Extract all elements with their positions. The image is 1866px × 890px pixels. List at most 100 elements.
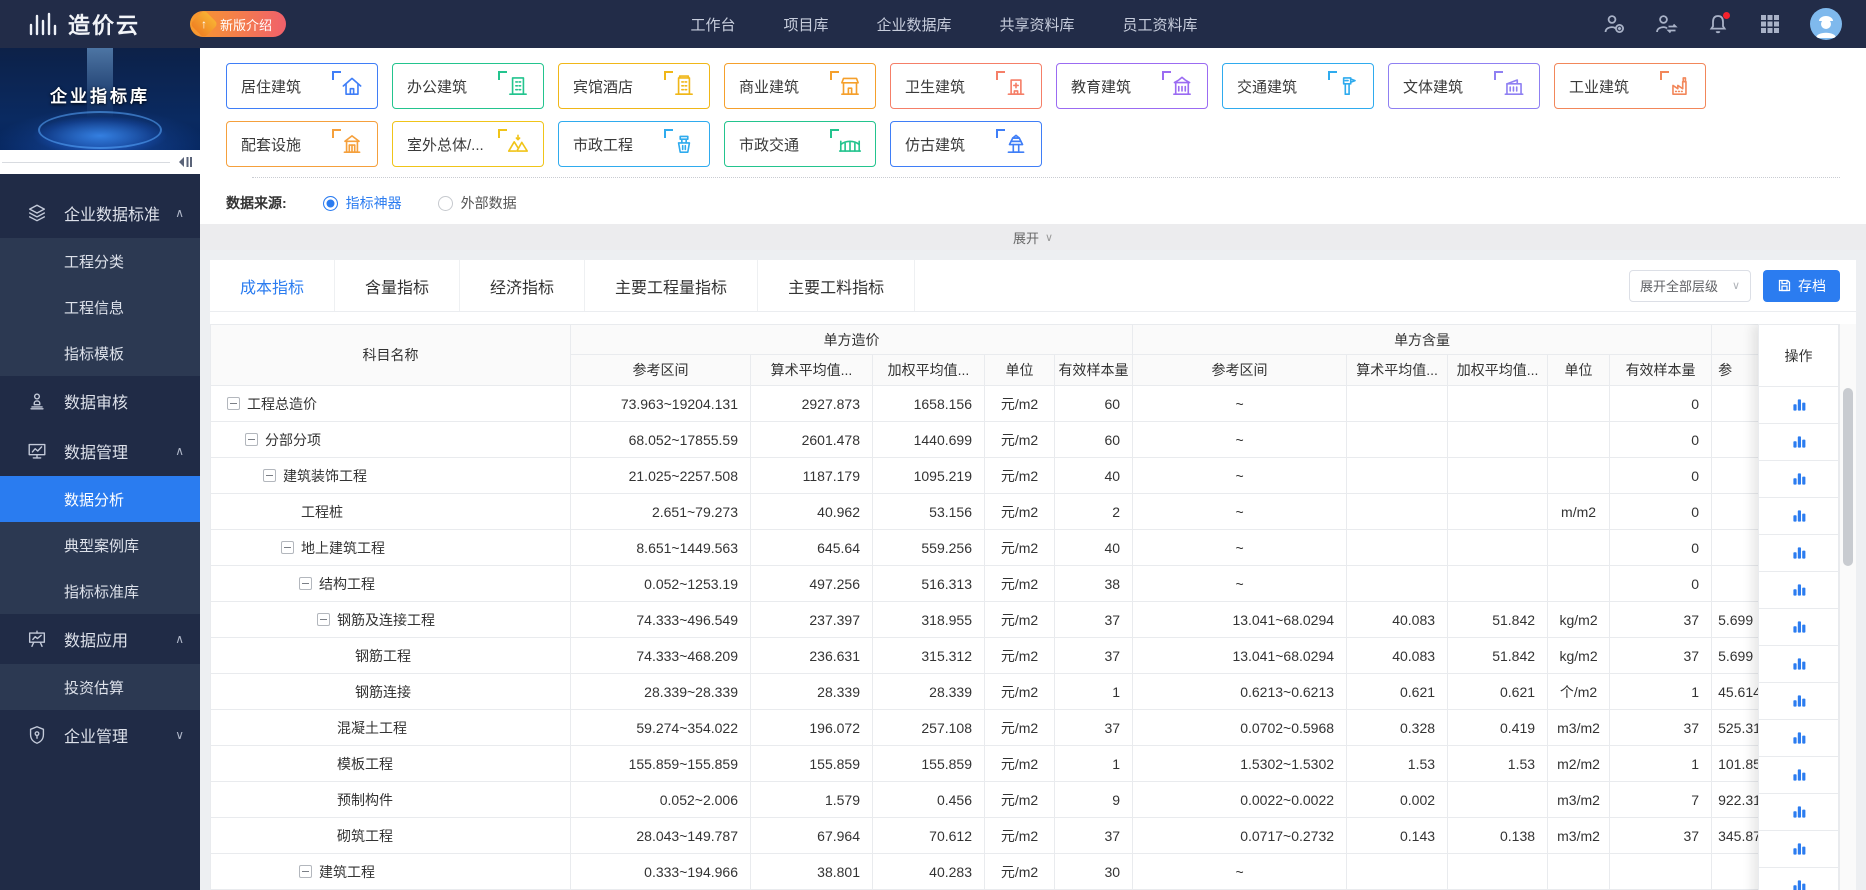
category-button-4[interactable]: 商业建筑 [724, 63, 876, 109]
value-cell: 155.859~155.859 [570, 745, 751, 782]
nav-item-5[interactable]: 员工资料库 [1123, 14, 1198, 35]
tab-4[interactable]: 主要工程量指标 [585, 260, 759, 311]
chart-action-button[interactable] [1758, 646, 1839, 683]
collapse-row-icon[interactable] [317, 613, 330, 626]
sidebar-subitem-工程分类[interactable]: 工程分类 [0, 238, 200, 284]
category-button-3[interactable]: 宾馆酒店 [558, 63, 710, 109]
value-cell [1447, 529, 1549, 566]
sub-header-2-2: 算术平均值... [1346, 354, 1449, 386]
table-header: 科目名称 单方造价 单方含量 参考区间 算术平均值... 加权平均值... 单位 有效样… [210, 324, 1759, 386]
apps-grid-icon[interactable] [1758, 12, 1782, 36]
chart-action-button[interactable] [1758, 424, 1839, 461]
clipped-value-cell: 922.315 [1711, 781, 1759, 818]
category-button-6[interactable]: 教育建筑 [1056, 63, 1208, 109]
chart-action-button[interactable] [1758, 831, 1839, 868]
radio-icon [437, 195, 453, 211]
new-version-badge[interactable]: ↑ 新版介绍 [189, 9, 287, 39]
switch-user-icon[interactable] [1654, 12, 1678, 36]
value-cell [1346, 421, 1449, 458]
chart-action-button[interactable] [1758, 683, 1839, 720]
sidebar-item-1[interactable]: 企业数据标准 ∧ [0, 188, 200, 238]
notifications-bell-icon[interactable] [1706, 12, 1730, 36]
value-cell: 0 [1609, 385, 1713, 422]
collapse-row-icon[interactable] [299, 865, 312, 878]
tab-1[interactable]: 成本指标 [210, 260, 336, 311]
value-cell: 0.0717~0.2732 [1132, 817, 1348, 854]
collapse-row-icon[interactable] [263, 469, 276, 482]
category-button-9[interactable]: 工业建筑 [1554, 63, 1706, 109]
add-user-icon[interactable] [1602, 12, 1626, 36]
category-button-2[interactable]: 办公建筑 [392, 63, 544, 109]
nav-item-2[interactable]: 项目库 [783, 14, 828, 35]
tab-3[interactable]: 经济指标 [460, 260, 586, 311]
sidebar-item-5[interactable]: 企业管理 ∨ [0, 710, 200, 760]
sidebar-subitem-指标模板[interactable]: 指标模板 [0, 330, 200, 376]
source-radio-2[interactable]: 外部数据 [437, 193, 517, 213]
bar-chart-icon [1791, 841, 1807, 857]
chart-action-button[interactable] [1758, 572, 1839, 609]
bar-chart-icon [1791, 730, 1807, 746]
sidebar-subitem-投资估算[interactable]: 投资估算 [0, 664, 200, 710]
bar-chart-icon [1791, 619, 1807, 635]
category-button-12[interactable]: 市政工程 [558, 121, 710, 167]
expand-level-select[interactable]: 展开全部层级 ∨ [1629, 269, 1751, 302]
category-button-5[interactable]: 卫生建筑 [890, 63, 1042, 109]
sidebar-subitem-指标标准库[interactable]: 指标标准库 [0, 568, 200, 614]
chart-action-button[interactable] [1758, 794, 1839, 831]
category-button-14[interactable]: 仿古建筑 [890, 121, 1042, 167]
tab-2[interactable]: 含量指标 [335, 260, 461, 311]
subject-name-cell: 地上建筑工程 [210, 529, 571, 566]
category-button-10[interactable]: 配套设施 [226, 121, 378, 167]
nav-item-3[interactable]: 企业数据库 [877, 14, 952, 35]
value-cell: 38 [1053, 565, 1134, 602]
value-cell [1346, 529, 1449, 566]
tab-bar: 成本指标 含量指标 经济指标 主要工程量指标 主要工料指标 展开全部层级 ∨ 存档 [210, 260, 1856, 312]
value-cell: 645.64 [750, 529, 873, 566]
chart-action-button[interactable] [1758, 461, 1839, 498]
sidebar-item-3[interactable]: 数据管理 ∧ [0, 426, 200, 476]
column-group-unit-cost: 单方造价 [569, 324, 1134, 355]
nav-item-4[interactable]: 共享资料库 [1000, 14, 1075, 35]
tab-5[interactable]: 主要工料指标 [758, 260, 916, 311]
scrollbar-thumb[interactable] [1843, 388, 1853, 566]
collapse-row-icon[interactable] [227, 397, 240, 410]
nav-item-1[interactable]: 工作台 [690, 14, 735, 35]
category-button-1[interactable]: 居住建筑 [226, 63, 378, 109]
sidebar-subitem-典型案例库[interactable]: 典型案例库 [0, 522, 200, 568]
sub-header-2-5: 有效样本量 [1609, 354, 1713, 386]
collapse-row-icon[interactable] [245, 433, 258, 446]
value-cell: ~ [1132, 853, 1348, 890]
category-button-11[interactable]: 室外总体/... [392, 121, 544, 167]
archive-button[interactable]: 存档 [1763, 269, 1840, 302]
category-button-13[interactable]: 市政交通 [724, 121, 876, 167]
chart-action-button[interactable] [1758, 535, 1839, 572]
column-group-partial [1711, 324, 1759, 355]
value-cell: 0.0702~0.5968 [1132, 709, 1348, 746]
vertical-scrollbar[interactable] [1839, 324, 1856, 890]
value-cell: 8.651~1449.563 [570, 529, 751, 566]
house-icon [332, 71, 365, 99]
collapse-row-icon[interactable] [281, 541, 294, 554]
sidebar-subitem-工程信息[interactable]: 工程信息 [0, 284, 200, 330]
category-button-8[interactable]: 文体建筑 [1388, 63, 1540, 109]
sidebar-collapse-icon[interactable] [170, 155, 200, 169]
source-radio-1[interactable]: 指标神器 [322, 193, 402, 213]
value-cell: 0.052~2.006 [570, 781, 751, 818]
chart-action-button[interactable] [1758, 609, 1839, 646]
chart-action-button[interactable] [1758, 757, 1839, 794]
chart-action-button[interactable] [1758, 387, 1839, 424]
sidebar-item-4[interactable]: 数据应用 ∧ [0, 614, 200, 664]
pinned-action-column: 操作 [1758, 324, 1839, 890]
chart-action-button[interactable] [1758, 868, 1839, 890]
sidebar-item-2[interactable]: 数据审核 [0, 376, 200, 426]
user-avatar[interactable] [1809, 8, 1842, 40]
category-label: 交通建筑 [1237, 78, 1298, 96]
collapse-row-icon[interactable] [299, 577, 312, 590]
category-button-7[interactable]: 交通建筑 [1222, 63, 1374, 109]
subject-name: 钢筋及连接工程 [337, 611, 435, 628]
chart-action-button[interactable] [1758, 498, 1839, 535]
subject-name: 钢筋连接 [355, 683, 411, 700]
expand-collapse-bar[interactable]: 展开 ∨ [200, 224, 1866, 250]
sidebar-subitem-数据分析[interactable]: 数据分析 [0, 476, 200, 522]
chart-action-button[interactable] [1758, 720, 1839, 757]
